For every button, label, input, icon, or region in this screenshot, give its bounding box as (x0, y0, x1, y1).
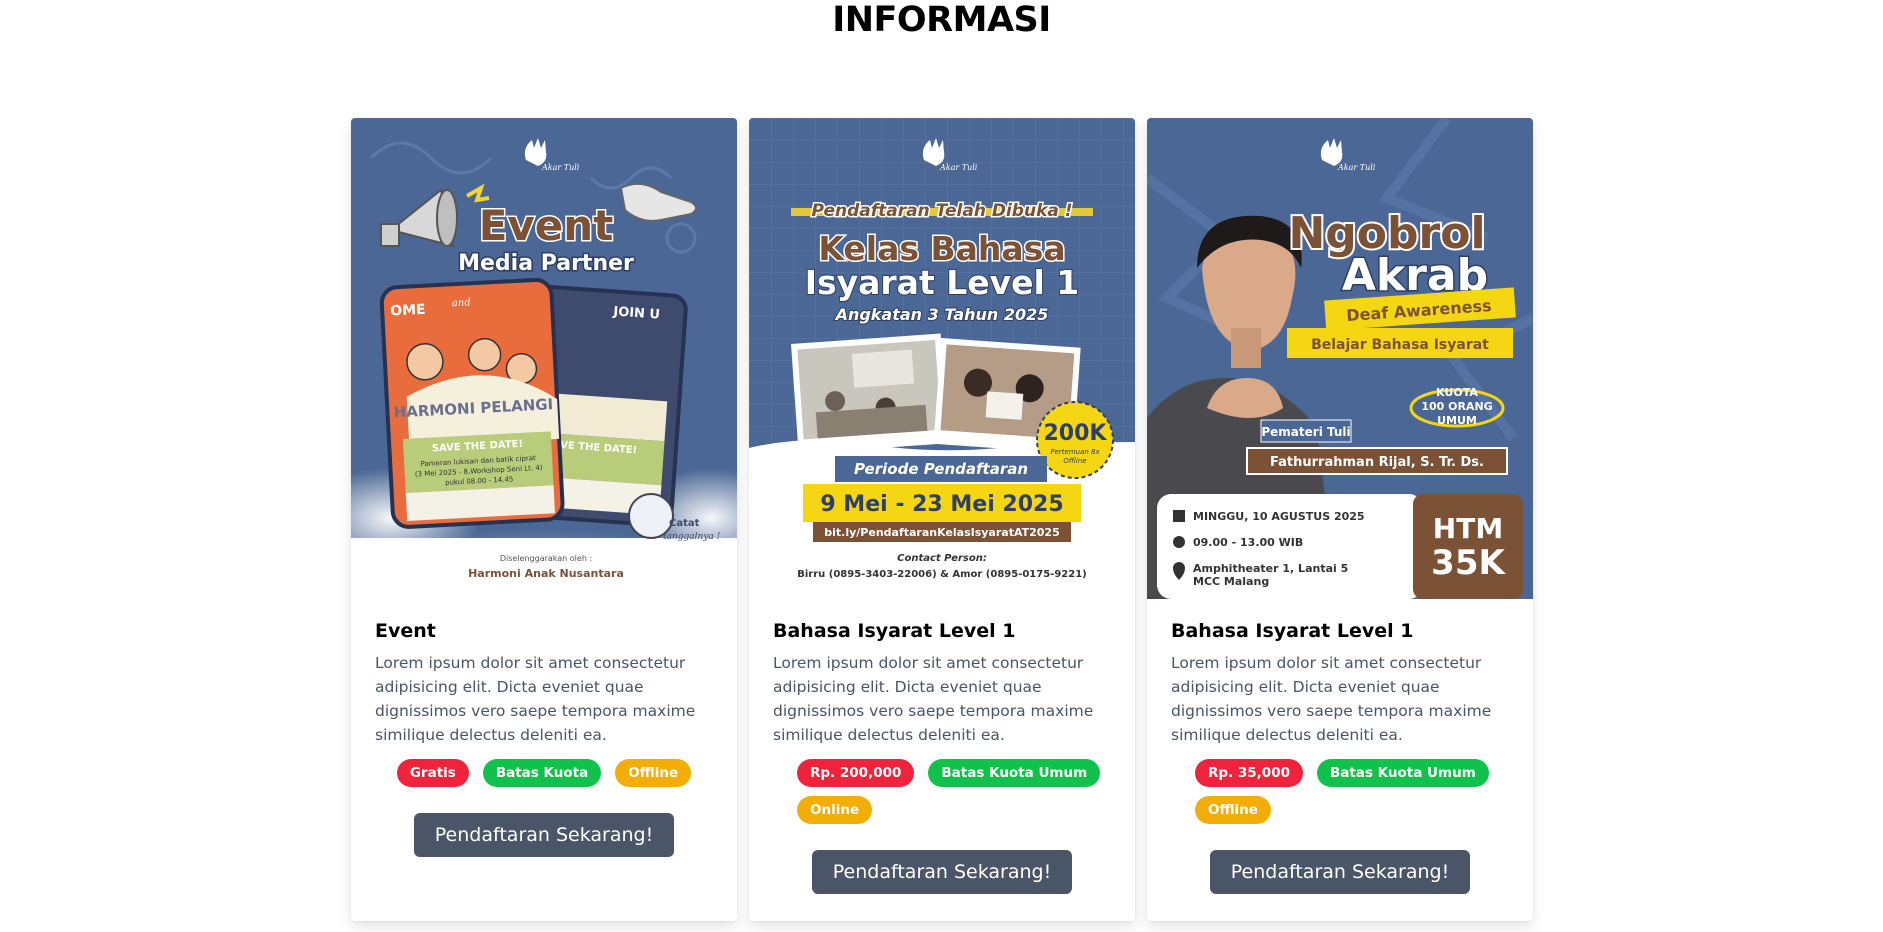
register-button[interactable]: Pendaftaran Sekarang! (811, 850, 1073, 894)
svg-text:Catat: Catat (669, 518, 700, 529)
event-poster-image[interactable]: Akar Tuli Event Media Partner JOIN U SAV… (351, 118, 737, 599)
svg-text:KUOTA: KUOTA (1436, 386, 1478, 399)
svg-text:Diselenggarakan oleh :: Diselenggarakan oleh : (500, 554, 592, 563)
info-card: Akar Tuli Ngobrol Akrab Deaf Awareness B… (1147, 118, 1533, 921)
svg-text:Akar Tuli: Akar Tuli (1337, 163, 1376, 172)
register-button[interactable]: Pendaftaran Sekarang! (1209, 850, 1471, 894)
svg-text:Harmoni Anak Nusantara: Harmoni Anak Nusantara (468, 567, 624, 580)
svg-text:MINGGU, 10 AGUSTUS 2025: MINGGU, 10 AGUSTUS 2025 (1193, 510, 1365, 523)
svg-text:100 ORANG: 100 ORANG (1421, 400, 1492, 413)
svg-text:Isyarat Level 1: Isyarat Level 1 (805, 263, 1080, 302)
svg-text:OME: OME (390, 302, 426, 320)
card-title: Bahasa Isyarat Level 1 (1171, 620, 1414, 642)
svg-text:Event: Event (479, 201, 614, 250)
svg-text:Media Partner: Media Partner (458, 251, 634, 276)
card-description: Lorem ipsum dolor sit amet consectetur a… (1171, 654, 1492, 744)
mode-badge: Offline (615, 759, 692, 787)
svg-text:Offline: Offline (1063, 457, 1086, 465)
svg-text:Akar Tuli: Akar Tuli (939, 163, 978, 172)
svg-text:MCC Malang: MCC Malang (1193, 575, 1269, 588)
svg-text:UMUM: UMUM (1437, 414, 1477, 427)
svg-text:35K: 35K (1431, 543, 1506, 583)
svg-text:bit.ly/PendaftaranKelasIsyarat: bit.ly/PendaftaranKelasIsyaratAT2025 (824, 526, 1060, 539)
svg-text:9 Mei - 23 Mei 2025: 9 Mei - 23 Mei 2025 (820, 492, 1063, 517)
info-card-list: Akar Tuli Event Media Partner JOIN U SAV… (351, 118, 1533, 921)
quota-badge: Batas Kuota Umum (928, 759, 1101, 787)
card-description: Lorem ipsum dolor sit amet consectetur a… (773, 654, 1094, 744)
svg-text:Amphitheater 1, Lantai 5: Amphitheater 1, Lantai 5 (1193, 562, 1348, 575)
card-title: Bahasa Isyarat Level 1 (773, 620, 1016, 642)
svg-text:Akar Tuli: Akar Tuli (541, 163, 580, 172)
talk-poster-image[interactable]: Akar Tuli Ngobrol Akrab Deaf Awareness B… (1147, 118, 1533, 599)
svg-text:200K: 200K (1044, 421, 1108, 446)
class-poster-image[interactable]: Akar Tuli Pendaftaran Telah Dibuka ! Kel… (749, 118, 1135, 599)
svg-text:Pendaftaran Telah Dibuka !: Pendaftaran Telah Dibuka ! (811, 201, 1072, 221)
badge-list: Rp. 200,000 Batas Kuota Umum Online (773, 759, 1111, 824)
svg-text:Belajar Bahasa Isyarat: Belajar Bahasa Isyarat (1311, 337, 1489, 353)
price-badge: Gratis (396, 759, 469, 787)
svg-text:Pertemuan 8x: Pertemuan 8x (1050, 448, 1100, 456)
price-badge: Rp. 35,000 (1195, 759, 1303, 787)
quota-badge: Batas Kuota Umum (1316, 759, 1489, 787)
card-description: Lorem ipsum dolor sit amet consectetur a… (375, 654, 696, 744)
mode-badge: Offline (1195, 796, 1271, 824)
card-title: Event (375, 620, 436, 642)
svg-text:Fathurrahman Rijal, S. Tr. Ds.: Fathurrahman Rijal, S. Tr. Ds. (1270, 455, 1484, 470)
price-badge: Rp. 200,000 (797, 759, 915, 787)
badge-list: Rp. 35,000 Batas Kuota Umum Offline (1171, 759, 1509, 824)
info-card: Akar Tuli Event Media Partner JOIN U SAV… (351, 118, 737, 921)
svg-text:Pemateri Tuli: Pemateri Tuli (1261, 425, 1350, 439)
page-title: INFORMASI (832, 0, 1051, 40)
svg-text:Angkatan 3 Tahun 2025: Angkatan 3 Tahun 2025 (834, 305, 1049, 324)
svg-text:HTM: HTM (1433, 512, 1503, 545)
svg-text:Birru (0895-3403-22006) & Amor: Birru (0895-3403-22006) & Amor (0895-017… (797, 569, 1086, 580)
register-button[interactable]: Pendaftaran Sekarang! (413, 813, 675, 857)
svg-text:tanggalnya !: tanggalnya ! (663, 532, 721, 542)
svg-text:and: and (452, 297, 471, 309)
svg-text:09.00 - 13.00 WIB: 09.00 - 13.00 WIB (1193, 536, 1303, 549)
svg-text:Periode Pendaftaran: Periode Pendaftaran (854, 460, 1028, 478)
mode-badge: Online (797, 796, 873, 824)
badge-list: Gratis Batas Kuota Offline (375, 759, 713, 787)
quota-badge: Batas Kuota (482, 759, 602, 787)
svg-text:Contact Person:: Contact Person: (897, 553, 987, 564)
info-card: Akar Tuli Pendaftaran Telah Dibuka ! Kel… (749, 118, 1135, 921)
